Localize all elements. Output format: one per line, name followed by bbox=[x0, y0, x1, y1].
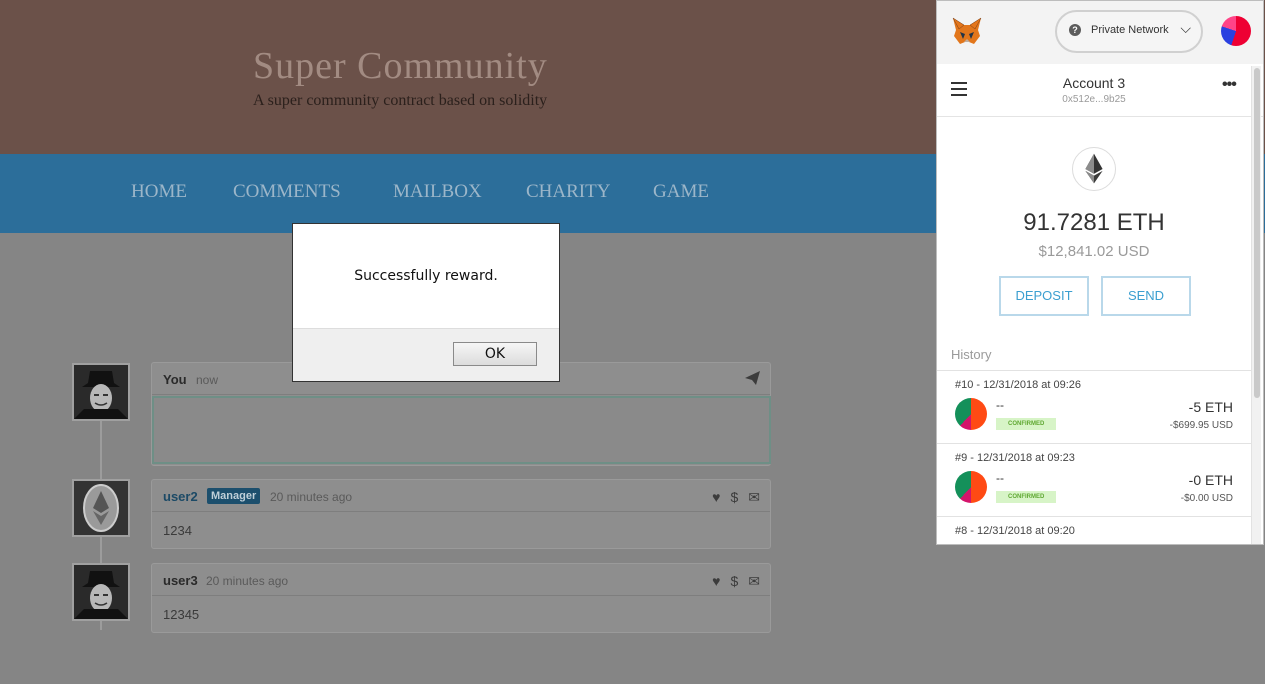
account-name[interactable]: Account 3 bbox=[937, 75, 1251, 91]
metamask-popup: ? Private Network ⌵ Account 3 0x512e...9… bbox=[936, 0, 1264, 545]
mail-icon[interactable]: ✉ bbox=[748, 573, 760, 590]
alert-message: Successfully reward. bbox=[354, 268, 498, 284]
send-button[interactable]: SEND bbox=[1101, 276, 1191, 316]
eth-balance: 91.7281 ETH bbox=[1023, 209, 1165, 236]
transaction-item[interactable]: #8 - 12/31/2018 at 09:20 bbox=[937, 516, 1251, 545]
mail-icon[interactable]: ✉ bbox=[748, 489, 760, 506]
history-heading: History bbox=[951, 347, 992, 362]
nav-game[interactable]: GAME bbox=[653, 181, 709, 203]
tx-name: -- bbox=[996, 471, 1004, 485]
tx-date: #10 - 12/31/2018 at 09:26 bbox=[955, 379, 1081, 391]
tx-date: #8 - 12/31/2018 at 09:20 bbox=[955, 525, 1075, 537]
tx-status-badge: CONFIRMED bbox=[996, 418, 1057, 430]
avatar bbox=[72, 563, 130, 621]
tx-identicon bbox=[955, 398, 987, 430]
comment-time: 20 minutes ago bbox=[270, 490, 353, 504]
metamask-topbar: ? Private Network ⌵ bbox=[937, 1, 1263, 64]
nav-mailbox[interactable]: MAILBOX bbox=[393, 181, 482, 203]
comment-header: user3 20 minutes ago ♥ $ ✉ bbox=[152, 564, 770, 596]
tx-usd: -$0.00 USD bbox=[1180, 493, 1233, 504]
comment-body: 1234 bbox=[163, 523, 192, 538]
account-identicon[interactable] bbox=[1221, 16, 1251, 46]
send-icon[interactable] bbox=[745, 371, 760, 388]
nav-comments[interactable]: COMMENTS bbox=[233, 181, 341, 203]
tx-name: -- bbox=[996, 398, 1004, 412]
comment-item: user3 20 minutes ago ♥ $ ✉ 12345 bbox=[151, 563, 771, 633]
comment-actions: ♥ $ ✉ bbox=[712, 489, 760, 506]
comment-body: 12345 bbox=[163, 607, 200, 622]
help-icon: ? bbox=[1069, 24, 1081, 36]
tx-identicon bbox=[955, 471, 987, 503]
more-options-icon[interactable]: ••• bbox=[1222, 76, 1237, 94]
usd-balance: $12,841.02 USD bbox=[1038, 243, 1150, 260]
comment-header: user2 Manager 20 minutes ago ♥ $ ✉ bbox=[152, 480, 770, 512]
transaction-item[interactable]: #10 - 12/31/2018 at 09:26 -- CONFIRMED -… bbox=[937, 370, 1251, 443]
compose-input[interactable] bbox=[152, 396, 771, 464]
tx-status-badge: CONFIRMED bbox=[996, 491, 1057, 503]
tx-usd: -$699.95 USD bbox=[1169, 420, 1233, 431]
comment-author[interactable]: user2 bbox=[163, 489, 198, 504]
transaction-item[interactable]: #9 - 12/31/2018 at 09:23 -- CONFIRMED -0… bbox=[937, 443, 1251, 516]
site-title: Super Community bbox=[253, 45, 548, 87]
comment-author[interactable]: user3 bbox=[163, 573, 198, 588]
nav-charity[interactable]: CHARITY bbox=[526, 181, 610, 203]
alert-footer: OK bbox=[293, 328, 559, 381]
tx-amount: -0 ETH bbox=[1188, 472, 1233, 488]
network-label: Private Network bbox=[1091, 24, 1169, 36]
comment-actions: ♥ $ ✉ bbox=[712, 573, 760, 590]
nav-home[interactable]: HOME bbox=[131, 181, 187, 203]
comment-author: You bbox=[163, 372, 187, 387]
site-subtitle: A super community contract based on soli… bbox=[253, 92, 548, 109]
avatar bbox=[72, 479, 130, 537]
chevron-down-icon: ⌵ bbox=[1180, 20, 1191, 36]
comment-time: now bbox=[196, 373, 219, 387]
dollar-icon[interactable]: $ bbox=[730, 489, 738, 506]
tx-identicon bbox=[955, 544, 987, 545]
avatar bbox=[72, 363, 130, 421]
dollar-icon[interactable]: $ bbox=[730, 573, 738, 590]
network-selector[interactable]: ? Private Network ⌵ bbox=[1055, 10, 1203, 53]
account-bar: Account 3 0x512e...9b25 ••• bbox=[937, 64, 1263, 117]
role-badge: Manager bbox=[207, 488, 261, 504]
metamask-fox-icon bbox=[952, 17, 982, 44]
ethereum-icon bbox=[1072, 147, 1116, 191]
account-address[interactable]: 0x512e...9b25 bbox=[937, 94, 1251, 105]
heart-icon[interactable]: ♥ bbox=[712, 573, 720, 590]
tx-amount: -5 ETH bbox=[1188, 399, 1233, 415]
scrollbar[interactable] bbox=[1251, 66, 1261, 544]
heart-icon[interactable]: ♥ bbox=[712, 489, 720, 506]
alert-dialog: Successfully reward. OK bbox=[292, 223, 560, 382]
scroll-thumb[interactable] bbox=[1254, 68, 1260, 398]
deposit-button[interactable]: DEPOSIT bbox=[999, 276, 1089, 316]
tx-date: #9 - 12/31/2018 at 09:23 bbox=[955, 452, 1075, 464]
comment-item: user2 Manager 20 minutes ago ♥ $ ✉ 1234 bbox=[151, 479, 771, 549]
comment-time: 20 minutes ago bbox=[206, 574, 289, 588]
ok-button[interactable]: OK bbox=[453, 342, 537, 366]
